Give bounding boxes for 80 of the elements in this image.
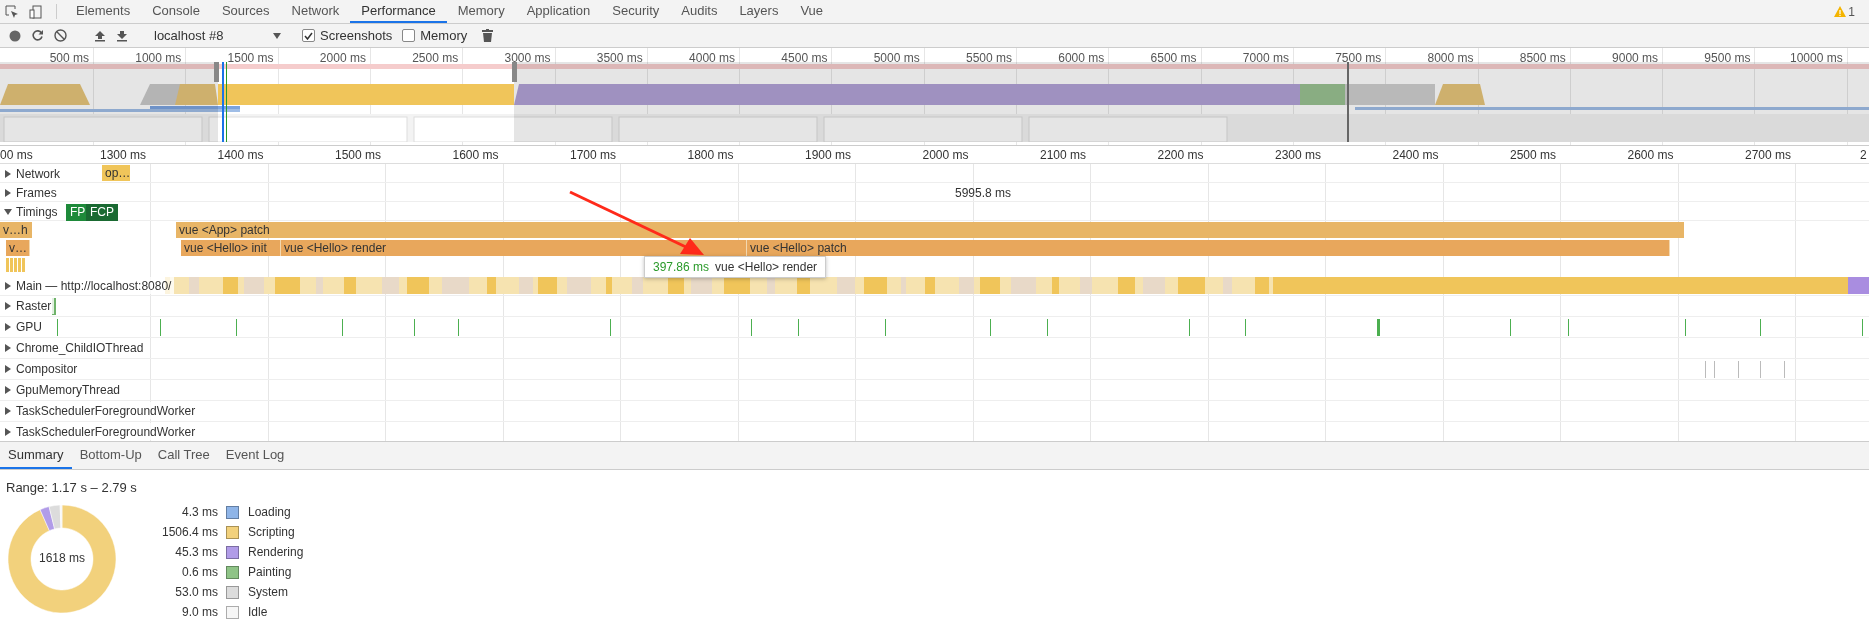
timing-bar: vue <Hello> patch [747,240,1670,256]
time-label: 2500 ms [1509,148,1556,162]
time-label: 1300 ms [99,148,146,162]
category-label: Idle [248,605,269,619]
warning-count[interactable]: 1 [1848,4,1855,19]
option-checkbox[interactable]: Screenshots [302,28,393,43]
panel-tab[interactable]: Layers [728,0,790,23]
overview-time-label: 7000 ms [1242,51,1289,65]
time-label: 1500 ms [334,148,381,162]
panel-tab[interactable]: Network [280,0,351,23]
time-label: 2400 ms [1392,148,1439,162]
category-time: 9.0 ms [181,605,218,619]
panel-tab[interactable]: Audits [670,0,729,23]
timing-bar: vue <Hello> init [181,240,281,256]
timing-marker: FCP [86,204,118,221]
overview-time-label: 10000 ms [1790,51,1843,65]
details-tab[interactable]: Summary [0,442,72,469]
category-label: Scripting [248,525,296,539]
time-label: 2700 ms [1744,148,1791,162]
panel-tab[interactable]: Elements [65,0,142,23]
overview-time-label: 2500 ms [412,51,459,65]
category-label: System [248,585,289,599]
overview-time-label: 6500 ms [1150,51,1197,65]
overview-time-label: 1500 ms [227,51,274,65]
tooltip-name: vue <Hello> render [715,260,818,274]
time-label: 1600 ms [452,148,499,162]
panel-tab[interactable]: Application [515,0,602,23]
time-label: 1900 ms [804,148,851,162]
details-tab[interactable]: Bottom-Up [71,442,150,469]
timing-bar: vue <App> patch [176,222,1684,238]
timing-bar: v…h [0,222,32,238]
time-label: 2200 ms [1157,148,1204,162]
category-label: Painting [248,565,293,579]
panel-tab[interactable]: Memory [446,0,516,23]
overview-time-label: 8000 ms [1427,51,1474,65]
category-time: 45.3 ms [174,545,218,559]
option-checkbox[interactable]: Memory [402,28,468,43]
overview-time-label: 9500 ms [1704,51,1751,65]
details-tab[interactable]: Event Log [217,442,293,469]
category-time: 1506.4 ms [160,525,218,539]
overview-time-label: 3000 ms [504,51,551,65]
details-tab[interactable]: Call Tree [149,442,218,469]
tooltip-duration: 397.86 ms [653,260,710,274]
overview-time-label: 7500 ms [1335,51,1382,65]
frame-duration: 5995.8 ms [955,186,1012,200]
overview-time-label: 5000 ms [873,51,920,65]
time-label: 2 [1860,148,1867,162]
timing-bar: vue <Hello> render [281,240,747,256]
time-label: 2300 ms [1274,148,1321,162]
panel-tab[interactable]: Vue [789,0,835,23]
category-time: 4.3 ms [181,505,218,519]
category-time: 0.6 ms [181,565,218,579]
overview-time-label: 2000 ms [319,51,366,65]
donut-total: 1618 ms [38,551,86,565]
overview-time-label: 9000 ms [1612,51,1659,65]
time-label: 00 ms [0,148,33,162]
overview-time-label: 4500 ms [781,51,828,65]
overview-time-label: 1000 ms [135,51,182,65]
overview-time-label: 8500 ms [1519,51,1566,65]
time-label: 1400 ms [217,148,264,162]
panel-tab[interactable]: Console [141,0,211,23]
profile-select[interactable]: localhost #8 [150,25,285,46]
time-label: 1700 ms [569,148,616,162]
panel-tab[interactable]: Sources [210,0,281,23]
panel-tab[interactable]: Security [601,0,671,23]
time-label: 2000 ms [922,148,969,162]
range-text: Range: 1.17 s – 2.79 s [5,479,138,495]
network-request-bar: op… [102,165,131,181]
overview-time-label: 3500 ms [596,51,643,65]
time-label: 2100 ms [1039,148,1086,162]
time-label: 2600 ms [1627,148,1674,162]
timing-bar: v… [6,240,30,256]
overview-time-label: 500 ms [49,51,89,65]
time-label: 1800 ms [687,148,734,162]
category-label: Rendering [248,545,304,559]
category-label: Loading [248,505,292,519]
overview-time-label: 5500 ms [965,51,1012,65]
overview-time-label: 6000 ms [1058,51,1105,65]
overview-time-label: 4000 ms [689,51,736,65]
category-time: 53.0 ms [174,585,218,599]
